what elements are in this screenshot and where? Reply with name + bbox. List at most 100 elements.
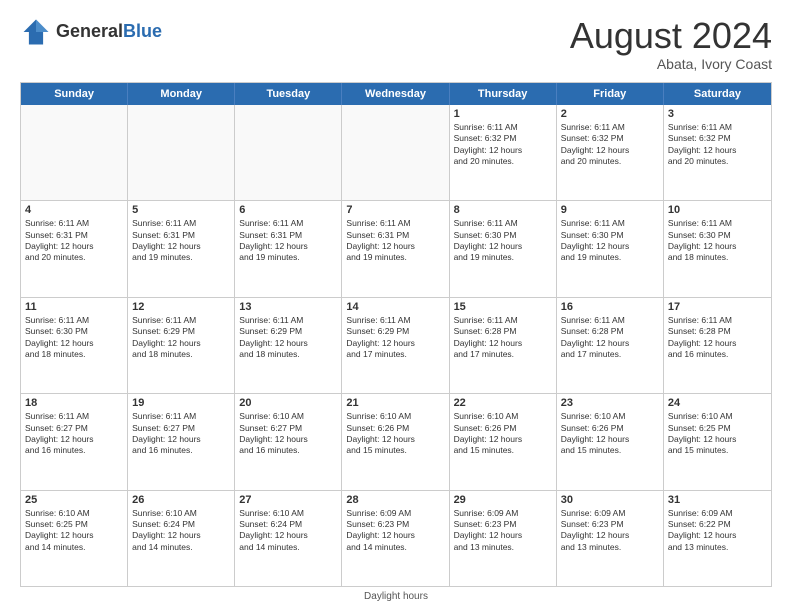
- cell-text: Sunrise: 6:09 AM Sunset: 6:23 PM Dayligh…: [561, 508, 659, 554]
- calendar-cell: 30 Sunrise: 6:09 AM Sunset: 6:23 PM Dayli…: [557, 491, 664, 586]
- calendar-cell: 9Sunrise: 6:11 AM Sunset: 6:30 PM Daylig…: [557, 201, 664, 296]
- calendar-cell: 27 Sunrise: 6:10 AM Sunset: 6:24 PM Dayli…: [235, 491, 342, 586]
- day-number: 23: [561, 397, 659, 409]
- cell-text: Sunrise: 6:10 AM Sunset: 6:26 PM Dayligh…: [346, 411, 444, 457]
- calendar-cell: 16 Sunrise: 6:11 AM Sunset: 6:28 PM Dayli…: [557, 298, 664, 393]
- cell-text: Sunrise: 6:11 AM Sunset: 6:30 PM Dayligh…: [25, 315, 123, 361]
- logo-blue: Blue: [123, 21, 162, 41]
- logo-general: General: [56, 21, 123, 41]
- weekday-header: Sunday: [21, 83, 128, 105]
- cell-text: Sunrise: 6:11 AM Sunset: 6:31 PM Dayligh…: [346, 218, 444, 264]
- cell-text: Sunrise: 6:10 AM Sunset: 6:25 PM Dayligh…: [668, 411, 767, 457]
- day-number: 27: [239, 494, 337, 506]
- day-number: 25: [25, 494, 123, 506]
- cell-text: Sunrise: 6:11 AM Sunset: 6:27 PM Dayligh…: [132, 411, 230, 457]
- calendar-cell: 31Sunrise: 6:09 AM Sunset: 6:22 PM Dayli…: [664, 491, 771, 586]
- weekday-header: Wednesday: [342, 83, 449, 105]
- cell-text: Sunrise: 6:11 AM Sunset: 6:32 PM Dayligh…: [561, 122, 659, 168]
- calendar-cell: [128, 105, 235, 200]
- cell-text: Sunrise: 6:11 AM Sunset: 6:27 PM Dayligh…: [25, 411, 123, 457]
- cell-text: Sunrise: 6:11 AM Sunset: 6:29 PM Dayligh…: [239, 315, 337, 361]
- day-number: 1: [454, 108, 552, 120]
- cell-text: Sunrise: 6:11 AM Sunset: 6:31 PM Dayligh…: [239, 218, 337, 264]
- weekday-header: Saturday: [664, 83, 771, 105]
- cell-text: Sunrise: 6:10 AM Sunset: 6:25 PM Dayligh…: [25, 508, 123, 554]
- day-number: 17: [668, 301, 767, 313]
- day-number: 30: [561, 494, 659, 506]
- cell-text: Sunrise: 6:09 AM Sunset: 6:23 PM Dayligh…: [454, 508, 552, 554]
- weekday-header: Thursday: [450, 83, 557, 105]
- calendar-cell: 7 Sunrise: 6:11 AM Sunset: 6:31 PM Daylig…: [342, 201, 449, 296]
- cell-text: Sunrise: 6:11 AM Sunset: 6:28 PM Dayligh…: [454, 315, 552, 361]
- day-number: 22: [454, 397, 552, 409]
- day-number: 28: [346, 494, 444, 506]
- calendar-cell: 29 Sunrise: 6:09 AM Sunset: 6:23 PM Dayli…: [450, 491, 557, 586]
- calendar-cell: 12Sunrise: 6:11 AM Sunset: 6:29 PM Dayli…: [128, 298, 235, 393]
- day-number: 15: [454, 301, 552, 313]
- calendar-cell: 8 Sunrise: 6:11 AM Sunset: 6:30 PM Daylig…: [450, 201, 557, 296]
- weekday-header: Friday: [557, 83, 664, 105]
- cell-text: Sunrise: 6:10 AM Sunset: 6:26 PM Dayligh…: [454, 411, 552, 457]
- day-number: 19: [132, 397, 230, 409]
- cell-text: Sunrise: 6:10 AM Sunset: 6:24 PM Dayligh…: [239, 508, 337, 554]
- page: GeneralBlue August 2024 Abata, Ivory Coa…: [0, 0, 792, 612]
- day-number: 7: [346, 204, 444, 216]
- cell-text: Sunrise: 6:11 AM Sunset: 6:28 PM Dayligh…: [668, 315, 767, 361]
- day-number: 8: [454, 204, 552, 216]
- weekday-header: Monday: [128, 83, 235, 105]
- day-number: 29: [454, 494, 552, 506]
- logo-icon: [20, 16, 52, 48]
- day-number: 24: [668, 397, 767, 409]
- weekday-header: Tuesday: [235, 83, 342, 105]
- cell-text: Sunrise: 6:11 AM Sunset: 6:28 PM Dayligh…: [561, 315, 659, 361]
- calendar-cell: 15 Sunrise: 6:11 AM Sunset: 6:28 PM Dayli…: [450, 298, 557, 393]
- calendar-row: 18 Sunrise: 6:11 AM Sunset: 6:27 PM Dayli…: [21, 393, 771, 489]
- calendar-cell: 5Sunrise: 6:11 AM Sunset: 6:31 PM Daylig…: [128, 201, 235, 296]
- day-number: 11: [25, 301, 123, 313]
- calendar-cell: 19 Sunrise: 6:11 AM Sunset: 6:27 PM Dayli…: [128, 394, 235, 489]
- cell-text: Sunrise: 6:11 AM Sunset: 6:30 PM Dayligh…: [454, 218, 552, 264]
- calendar-cell: 17 Sunrise: 6:11 AM Sunset: 6:28 PM Dayli…: [664, 298, 771, 393]
- day-number: 5: [132, 204, 230, 216]
- calendar-row: 1 Sunrise: 6:11 AM Sunset: 6:32 PM Daylig…: [21, 105, 771, 200]
- day-number: 6: [239, 204, 337, 216]
- logo: GeneralBlue: [20, 16, 162, 48]
- calendar-cell: 25 Sunrise: 6:10 AM Sunset: 6:25 PM Dayli…: [21, 491, 128, 586]
- cell-text: Sunrise: 6:11 AM Sunset: 6:30 PM Dayligh…: [668, 218, 767, 264]
- cell-text: Sunrise: 6:11 AM Sunset: 6:32 PM Dayligh…: [454, 122, 552, 168]
- calendar-cell: 22 Sunrise: 6:10 AM Sunset: 6:26 PM Dayli…: [450, 394, 557, 489]
- cell-text: Sunrise: 6:11 AM Sunset: 6:29 PM Dayligh…: [346, 315, 444, 361]
- calendar-cell: 26Sunrise: 6:10 AM Sunset: 6:24 PM Dayli…: [128, 491, 235, 586]
- cell-text: Sunrise: 6:11 AM Sunset: 6:32 PM Dayligh…: [668, 122, 767, 168]
- cell-text: Sunrise: 6:11 AM Sunset: 6:30 PM Dayligh…: [561, 218, 659, 264]
- calendar-cell: 1 Sunrise: 6:11 AM Sunset: 6:32 PM Daylig…: [450, 105, 557, 200]
- calendar-cell: 28Sunrise: 6:09 AM Sunset: 6:23 PM Dayli…: [342, 491, 449, 586]
- day-number: 26: [132, 494, 230, 506]
- calendar-cell: 18 Sunrise: 6:11 AM Sunset: 6:27 PM Dayli…: [21, 394, 128, 489]
- calendar-cell: [235, 105, 342, 200]
- calendar-row: 25 Sunrise: 6:10 AM Sunset: 6:25 PM Dayli…: [21, 490, 771, 586]
- footer-note: Daylight hours: [20, 591, 772, 602]
- calendar-cell: 10Sunrise: 6:11 AM Sunset: 6:30 PM Dayli…: [664, 201, 771, 296]
- calendar-cell: 3 Sunrise: 6:11 AM Sunset: 6:32 PM Daylig…: [664, 105, 771, 200]
- calendar-header: SundayMondayTuesdayWednesdayThursdayFrid…: [21, 83, 771, 105]
- day-number: 3: [668, 108, 767, 120]
- day-number: 14: [346, 301, 444, 313]
- day-number: 16: [561, 301, 659, 313]
- day-number: 31: [668, 494, 767, 506]
- calendar-body: 1 Sunrise: 6:11 AM Sunset: 6:32 PM Daylig…: [21, 105, 771, 586]
- calendar-cell: 20Sunrise: 6:10 AM Sunset: 6:27 PM Dayli…: [235, 394, 342, 489]
- calendar-cell: 6 Sunrise: 6:11 AM Sunset: 6:31 PM Daylig…: [235, 201, 342, 296]
- calendar-cell: 2 Sunrise: 6:11 AM Sunset: 6:32 PM Daylig…: [557, 105, 664, 200]
- calendar-cell: [21, 105, 128, 200]
- calendar-cell: 21Sunrise: 6:10 AM Sunset: 6:26 PM Dayli…: [342, 394, 449, 489]
- logo-text: GeneralBlue: [56, 22, 162, 42]
- calendar-cell: 23Sunrise: 6:10 AM Sunset: 6:26 PM Dayli…: [557, 394, 664, 489]
- cell-text: Sunrise: 6:11 AM Sunset: 6:29 PM Dayligh…: [132, 315, 230, 361]
- calendar-row: 4Sunrise: 6:11 AM Sunset: 6:31 PM Daylig…: [21, 200, 771, 296]
- calendar-cell: 14 Sunrise: 6:11 AM Sunset: 6:29 PM Dayli…: [342, 298, 449, 393]
- cell-text: Sunrise: 6:11 AM Sunset: 6:31 PM Dayligh…: [25, 218, 123, 264]
- day-number: 2: [561, 108, 659, 120]
- day-number: 18: [25, 397, 123, 409]
- daylight-hours-label: Daylight hours: [364, 591, 428, 602]
